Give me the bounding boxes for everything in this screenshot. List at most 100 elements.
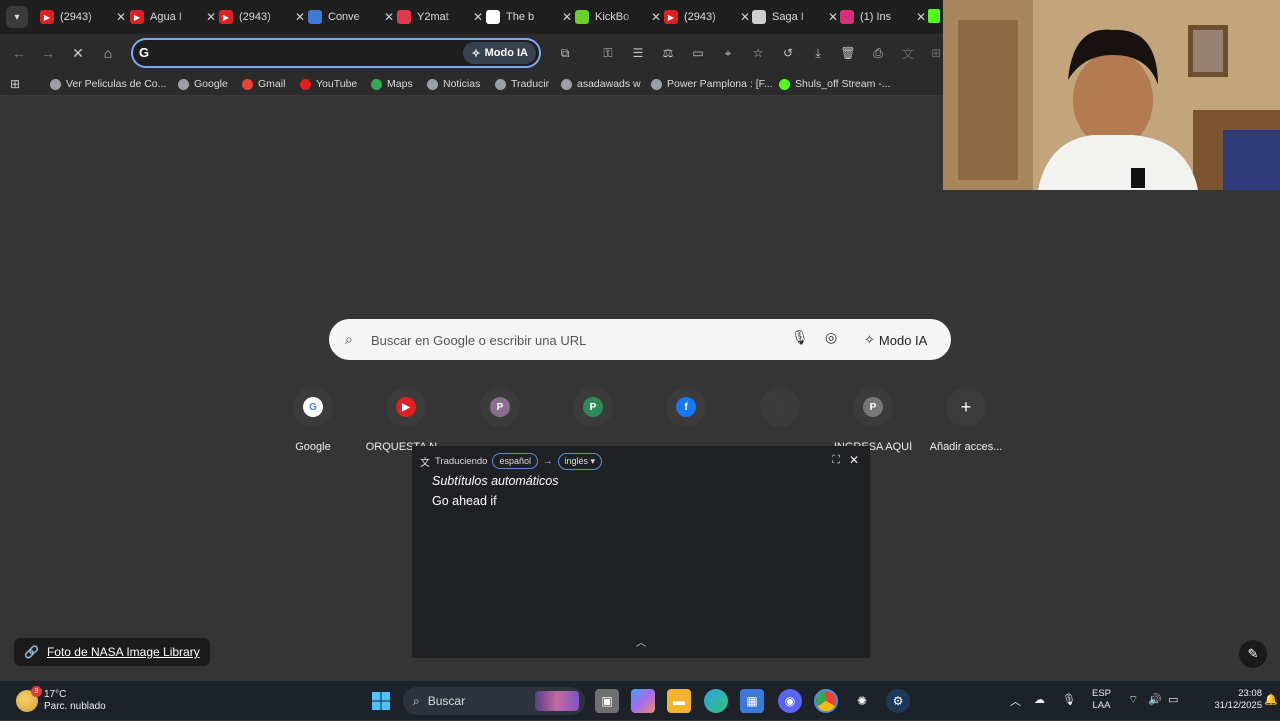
tab-1[interactable]: ▶ Agua I ✕ — [130, 4, 216, 30]
kick-icon[interactable] — [928, 9, 940, 23]
close-tab-icon[interactable]: ✕ — [473, 10, 483, 24]
caption-mode: Traduciendo — [435, 455, 488, 467]
apps-grid-icon[interactable]: ⊞ — [10, 76, 20, 92]
target-language-select[interactable]: inglés ▾ — [557, 452, 603, 470]
shortcut-favicon: ▶ — [396, 397, 416, 417]
start-button[interactable] — [369, 689, 393, 713]
tab-8[interactable]: Saga I ✕ — [752, 4, 838, 30]
tab-4[interactable]: Y2mat ✕ — [397, 4, 483, 30]
ai-mode-button[interactable]: ✧ Modo IA — [463, 42, 536, 64]
copilot-icon[interactable] — [631, 689, 655, 713]
shortcut-tile[interactable]: G Google — [265, 387, 361, 457]
print-icon[interactable]: ⎙ — [869, 44, 887, 62]
battery-icon[interactable]: ▭ — [1168, 693, 1178, 706]
youtube-icon: ▶ — [130, 10, 144, 24]
trash-icon[interactable]: 🗑 — [839, 44, 857, 62]
chrome-icon[interactable] — [814, 689, 838, 713]
discord-icon[interactable]: ◉ — [778, 689, 802, 713]
close-tab-icon[interactable]: ✕ — [384, 10, 394, 24]
bookmark-item[interactable]: asadawads w — [561, 76, 641, 92]
close-tab-icon[interactable]: ✕ — [740, 10, 750, 24]
file-explorer-icon[interactable]: ▬ — [667, 689, 691, 713]
background-attribution-link[interactable]: 🔗 Foto de NASA Image Library — [14, 638, 210, 666]
bookmark-item[interactable]: Noticias — [427, 76, 480, 92]
google-search-box[interactable]: ⌕ 🎙 ◎ ✧ Modo IA — [329, 319, 951, 360]
openai-icon[interactable]: ✺ — [850, 689, 874, 713]
tab-3[interactable]: Conve ✕ — [308, 4, 394, 30]
task-view-icon[interactable]: ▣ — [595, 689, 619, 713]
bookmark-item[interactable]: YouTube — [300, 76, 357, 92]
home-button[interactable]: ⌂ — [97, 42, 119, 64]
tab-search-button[interactable]: ▾ — [6, 6, 28, 28]
close-tab-icon[interactable]: ✕ — [828, 10, 838, 24]
bookmark-item[interactable]: Power Pamplona : [F... — [651, 76, 773, 92]
close-tab-icon[interactable]: ✕ — [295, 10, 305, 24]
back-button[interactable]: ← — [8, 42, 30, 64]
taskbar-search[interactable]: ⌕ Buscar — [403, 687, 585, 715]
address-bar[interactable]: G ✧ Modo IA — [131, 38, 541, 68]
address-input[interactable] — [161, 44, 461, 62]
cloud-icon[interactable]: ☁ — [1034, 693, 1045, 706]
card-icon[interactable]: ▭ — [689, 44, 707, 62]
close-tab-icon[interactable]: ✕ — [916, 10, 926, 24]
chevron-up-icon[interactable]: ︿ — [636, 634, 646, 649]
tab-7[interactable]: ▶ (2943) ✕ — [664, 4, 750, 30]
reading-list-icon[interactable]: ☰ — [629, 44, 647, 62]
bookmark-item[interactable]: Ver Peliculas de Co... — [50, 76, 166, 92]
translate-icon: 文 — [420, 457, 430, 469]
steam-icon[interactable]: ⚙ — [886, 689, 910, 713]
chevron-up-icon[interactable]: ︿ — [1010, 693, 1021, 709]
key-icon[interactable]: ⚿ — [599, 44, 617, 62]
bookmark-item[interactable]: Gmail — [242, 76, 285, 92]
translate-icon[interactable]: 文 — [899, 44, 917, 62]
expand-icon[interactable]: ⛶ — [832, 454, 840, 467]
tab-5[interactable]: The b ✕ — [486, 4, 572, 30]
close-tab-icon[interactable]: ✕ — [206, 10, 216, 24]
volume-icon[interactable]: 🔊 — [1148, 693, 1162, 706]
ai-mode-button[interactable]: ✧ Modo IA — [858, 328, 933, 352]
store-icon[interactable]: ▦ — [740, 689, 764, 713]
globe-icon — [561, 78, 572, 90]
weather-widget[interactable]: 3 17°C Parc. nublado — [16, 686, 106, 715]
bookmark-item[interactable]: Google — [178, 76, 228, 92]
tab-0[interactable]: ▶ (2943) ✕ — [40, 4, 126, 30]
youtube-icon: ▶ — [664, 10, 678, 24]
notification-icon[interactable]: 🔔 — [1264, 693, 1278, 706]
maps-icon — [371, 78, 382, 90]
wifi-icon[interactable]: ⌔ — [1128, 693, 1138, 707]
close-tab-icon[interactable]: ✕ — [562, 10, 572, 24]
location-icon[interactable]: ⌖ — [719, 44, 737, 62]
arrow-right-icon: → — [543, 455, 553, 467]
language-indicator[interactable]: ESP LAA — [1092, 688, 1111, 712]
home-icon: ⌂ — [103, 45, 113, 61]
download-icon[interactable]: ⤓ — [809, 44, 827, 62]
performance-icon[interactable]: ⚖ — [659, 44, 677, 62]
stop-loading-button[interactable]: ✕ — [67, 42, 89, 64]
instagram-icon — [840, 10, 854, 24]
add-shortcut-button[interactable]: + Añadir acces... — [918, 387, 1014, 457]
extensions-icon[interactable]: ⧉ — [556, 44, 574, 62]
history-icon[interactable]: ↺ — [779, 44, 797, 62]
microphone-icon[interactable]: 🎙 — [1062, 693, 1076, 706]
attribution-text: Foto de NASA Image Library — [46, 645, 200, 659]
tab-6[interactable]: KickBo ✕ — [575, 4, 661, 30]
clock[interactable]: 23:08 31/12/2025 — [1210, 688, 1262, 712]
tab-9[interactable]: (1) Ins ✕ — [840, 4, 926, 30]
gmail-icon — [242, 78, 253, 90]
source-language-select[interactable]: español — [492, 453, 538, 469]
microphone-icon[interactable]: 🎙 — [791, 329, 809, 346]
customize-button[interactable]: ✎ — [1239, 640, 1267, 668]
bookmark-item[interactable]: Traducir — [495, 76, 549, 92]
camera-search-icon[interactable]: ◎ — [825, 329, 837, 346]
close-tab-icon[interactable]: ✕ — [116, 10, 126, 24]
youtube-icon: ▶ — [219, 10, 233, 24]
forward-button[interactable]: → — [37, 42, 59, 64]
search-input[interactable] — [371, 330, 771, 350]
close-icon[interactable]: ✕ — [849, 453, 859, 467]
bookmark-item[interactable]: Maps — [371, 76, 413, 92]
bookmark-star-icon[interactable]: ☆ — [749, 44, 767, 62]
close-tab-icon[interactable]: ✕ — [651, 10, 661, 24]
edge-icon[interactable] — [704, 689, 728, 713]
tab-2[interactable]: ▶ (2943) ✕ — [219, 4, 305, 30]
bookmark-item[interactable]: Shuls_off Stream -... — [779, 76, 891, 92]
